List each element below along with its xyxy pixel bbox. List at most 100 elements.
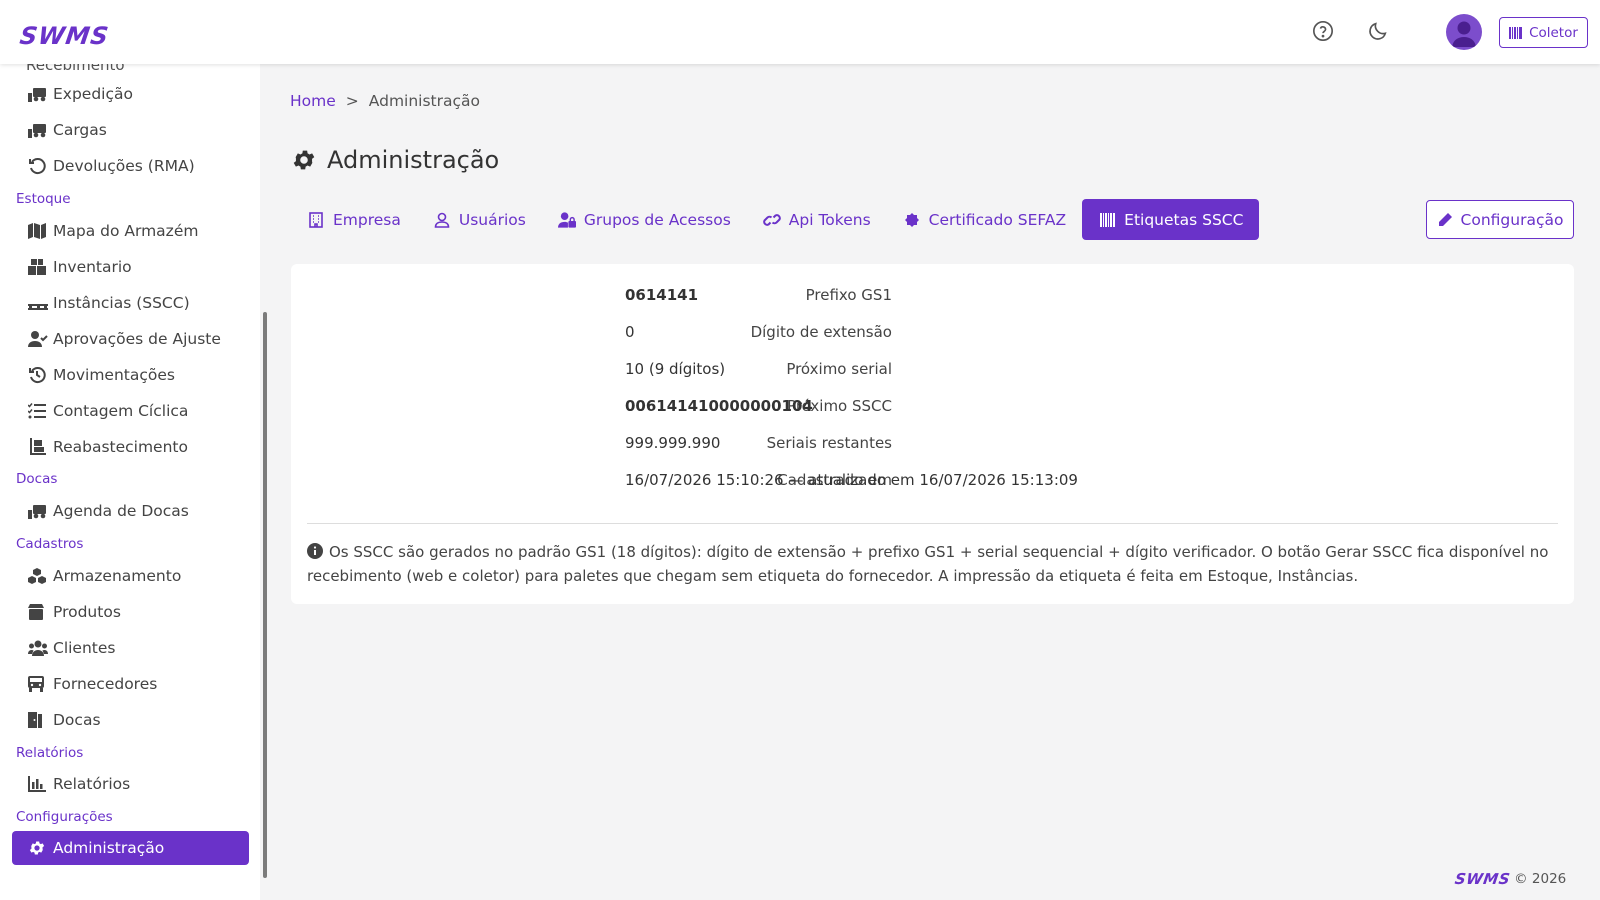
- detail-row-prefixo: Prefixo GS1 0614141: [291, 286, 1574, 308]
- sidebar-item-label: Relatórios: [53, 775, 131, 793]
- sidebar-scrollbar[interactable]: [263, 312, 267, 878]
- tab-usuarios[interactable]: Usuários: [417, 199, 542, 240]
- detail-row-proximo-sscc: Próximo SSCC 006141410000000104: [291, 397, 1574, 419]
- certificate-icon: [903, 211, 921, 229]
- user-icon: [433, 211, 451, 229]
- breadcrumb-current: Administração: [368, 92, 481, 110]
- detail-value: 16/07/2026 15:10:26 — atualizado em 16/0…: [625, 471, 1078, 489]
- sidebar-item-label: Devoluções (RMA): [53, 157, 195, 175]
- tab-label: Usuários: [458, 210, 526, 229]
- sidebar-item-label: Clientes: [53, 639, 116, 657]
- tab-label: Etiquetas SSCC: [1124, 210, 1244, 229]
- detail-label: Dígito de extensão: [750, 323, 892, 341]
- door-icon: [28, 711, 50, 729]
- tab-api-tokens[interactable]: Api Tokens: [747, 199, 887, 240]
- page-title-text: Administração: [327, 146, 500, 174]
- sidebar-item-cut[interactable]: Recebimento: [26, 64, 125, 74]
- building-icon: [307, 211, 325, 229]
- sidebar-item-label: Aprovações de Ajuste: [53, 330, 221, 348]
- users-icon: [28, 639, 50, 657]
- boxes-icon: [28, 258, 50, 276]
- truck-loading-icon: [28, 502, 50, 520]
- sidebar-item-label: Armazenamento: [53, 567, 182, 585]
- breadcrumb-separator: >: [345, 92, 359, 110]
- sidebar-item-cargas[interactable]: Cargas: [12, 113, 249, 147]
- info-note: Os SSCC são gerados no padrão GS1 (18 dí…: [307, 540, 1562, 588]
- sidebar-item-mapa[interactable]: Mapa do Armazém: [12, 214, 249, 248]
- tab-empresa[interactable]: Empresa: [291, 199, 417, 240]
- detail-label: Próximo serial: [786, 360, 892, 378]
- sidebar-item-relatorios[interactable]: Relatórios: [12, 767, 249, 801]
- coletor-button[interactable]: Coletor: [1499, 17, 1588, 48]
- breadcrumb-home[interactable]: Home: [290, 92, 336, 110]
- sidebar-section-relatorios: Relatórios: [16, 745, 84, 761]
- gear-icon: [291, 147, 317, 173]
- sidebar-section-configuracoes: Configurações: [16, 809, 113, 825]
- sidebar-item-label: Reabastecimento: [53, 438, 188, 456]
- sidebar-item-agenda-docas[interactable]: Agenda de Docas: [12, 494, 249, 528]
- sidebar-item-contagem[interactable]: Contagem Cíclica: [12, 394, 249, 428]
- sidebar-item-label: Cargas: [53, 121, 107, 139]
- dolly-icon: [28, 438, 50, 456]
- sidebar-item-label: Fornecedores: [53, 675, 158, 693]
- sidebar-item-instancias[interactable]: Instâncias (SSCC): [12, 286, 249, 320]
- configuracao-button[interactable]: Configuração: [1426, 200, 1574, 239]
- info-icon: [307, 542, 323, 559]
- tab-label: Grupos de Acessos: [583, 210, 731, 229]
- sidebar-item-produtos[interactable]: Produtos: [12, 595, 249, 629]
- sidebar-item-label: Movimentações: [53, 366, 175, 384]
- sidebar-item-label: Agenda de Docas: [53, 502, 189, 520]
- configuracao-label: Configuração: [1460, 210, 1564, 229]
- detail-label: Seriais restantes: [766, 434, 892, 452]
- sidebar: Recebimento Expedição Cargas Devoluções …: [0, 64, 260, 900]
- coletor-label: Coletor: [1529, 24, 1578, 41]
- info-text: Os SSCC são gerados no padrão GS1 (18 dí…: [307, 543, 1549, 585]
- sidebar-item-fornecedores[interactable]: Fornecedores: [12, 667, 249, 701]
- undo-icon: [28, 157, 50, 175]
- sidebar-item-label: Contagem Cíclica: [53, 402, 189, 420]
- sidebar-item-label: Inventario: [53, 258, 132, 276]
- history-icon: [28, 366, 50, 384]
- detail-label: Prefixo GS1: [805, 286, 892, 304]
- sidebar-section-estoque: Estoque: [16, 191, 71, 207]
- sidebar-item-label: Instâncias (SSCC): [53, 294, 190, 312]
- sidebar-item-devolucoes[interactable]: Devoluções (RMA): [12, 149, 249, 183]
- chart-bar-icon: [28, 775, 50, 793]
- tab-grupos-acessos[interactable]: Grupos de Acessos: [542, 199, 747, 240]
- sidebar-section-docas: Docas: [16, 471, 58, 487]
- detail-value: 999.999.990: [625, 434, 721, 452]
- sidebar-item-reabastecimento[interactable]: Reabastecimento: [12, 430, 249, 464]
- sidebar-item-label: Mapa do Armazém: [53, 222, 199, 240]
- detail-row-seriais-restantes: Seriais restantes 999.999.990: [291, 434, 1574, 456]
- list-check-icon: [28, 402, 50, 420]
- detail-row-digito: Dígito de extensão 0: [291, 323, 1574, 345]
- truck-loading-icon: [28, 85, 50, 103]
- pallet-icon: [28, 294, 50, 312]
- user-check-icon: [28, 330, 50, 348]
- tab-etiquetas-sscc[interactable]: Etiquetas SSCC: [1082, 199, 1260, 240]
- footer: SWMS © 2026: [1454, 870, 1567, 888]
- box-icon: [28, 603, 50, 621]
- breadcrumb: Home > Administração: [290, 92, 480, 110]
- avatar[interactable]: [1446, 14, 1482, 50]
- sidebar-item-armazenamento[interactable]: Armazenamento: [12, 559, 249, 593]
- sidebar-item-label: Docas: [53, 711, 101, 729]
- sidebar-item-expedicao[interactable]: Expedição: [12, 77, 249, 111]
- sidebar-item-administracao[interactable]: Administração: [12, 831, 249, 865]
- link-icon: [763, 211, 781, 229]
- tab-certificado-sefaz[interactable]: Certificado SEFAZ: [887, 199, 1083, 240]
- sidebar-item-movimentacoes[interactable]: Movimentações: [12, 358, 249, 392]
- tab-label: Api Tokens: [788, 210, 871, 229]
- help-circle-icon[interactable]: [1309, 17, 1337, 45]
- sidebar-item-aprovacoes[interactable]: Aprovações de Ajuste: [12, 322, 249, 356]
- gear-icon: [28, 839, 50, 857]
- sidebar-item-docas[interactable]: Docas: [12, 703, 249, 737]
- app-logo[interactable]: SWMS: [18, 22, 111, 50]
- cubes-icon: [28, 567, 50, 585]
- tab-label: Certificado SEFAZ: [928, 210, 1067, 229]
- sidebar-item-clientes[interactable]: Clientes: [12, 631, 249, 665]
- detail-value: 10 (9 dígitos): [625, 360, 726, 378]
- sidebar-item-inventario[interactable]: Inventario: [12, 250, 249, 284]
- moon-icon[interactable]: [1364, 17, 1392, 45]
- truck-icon: [28, 675, 50, 693]
